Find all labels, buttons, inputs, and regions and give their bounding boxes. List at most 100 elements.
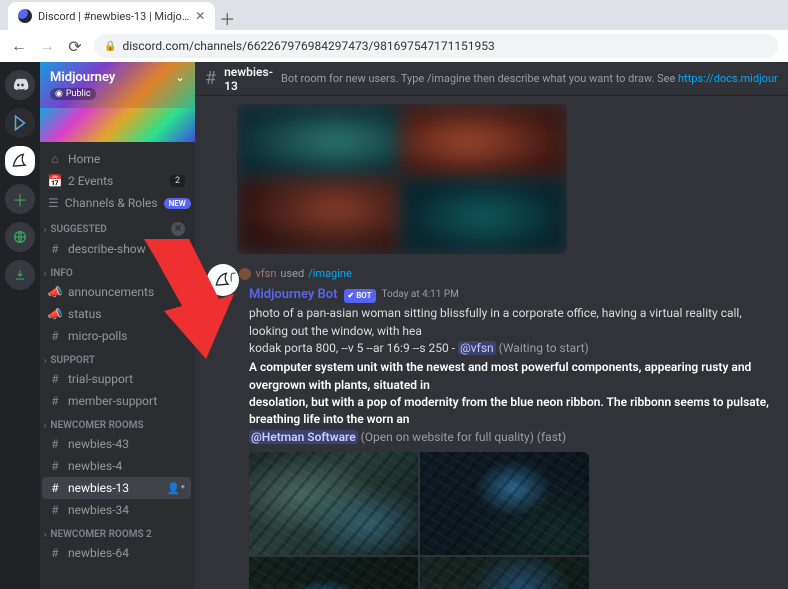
explore-servers-button[interactable] xyxy=(5,222,35,252)
channel-header: # newbies-13 Bot room for new users. Typ… xyxy=(195,62,788,96)
server-header[interactable]: Midjourney ◉ Public ⌄ xyxy=(40,62,195,108)
hash-icon: # xyxy=(48,242,62,256)
reload-button[interactable]: ⟳ xyxy=(66,37,84,55)
guild-sidebar: ＋ xyxy=(0,62,40,589)
channel-item[interactable]: 📣announcements xyxy=(42,281,191,303)
previous-image-attachment[interactable] xyxy=(237,104,567,254)
download-apps-button[interactable] xyxy=(5,260,35,290)
channel-item[interactable]: # newbies-34 xyxy=(42,499,191,521)
discord-home-button[interactable] xyxy=(5,70,35,100)
hash-icon: # xyxy=(205,68,216,89)
chevron-right-icon: › xyxy=(44,530,46,539)
channel-label: newbies-43 xyxy=(68,437,129,451)
channel-item[interactable]: # describe-show xyxy=(42,238,191,260)
lock-icon: 🔒 xyxy=(104,41,116,52)
new-tab-button[interactable]: ＋ xyxy=(215,6,239,30)
channel-item[interactable]: #member-support xyxy=(42,390,191,412)
message-text-1: photo of a pan-asian woman sitting bliss… xyxy=(249,305,776,357)
back-button[interactable]: ← xyxy=(10,37,28,55)
channel-item[interactable]: ⌂Home xyxy=(42,148,191,170)
create-invite-icon[interactable]: 👤⁺ xyxy=(167,482,185,495)
category-label: SUGGESTED xyxy=(50,224,106,235)
channel-item[interactable]: # newbies-43 xyxy=(42,433,191,455)
public-label: Public xyxy=(66,89,91,99)
reply-username: vfsn xyxy=(255,266,276,282)
channel-label: 2 Events xyxy=(68,174,113,188)
tab-title: Discord | #newbies-13 | Midjo… xyxy=(38,10,189,23)
bot-tag: ✔ BOT xyxy=(344,289,376,303)
channel-label: Home xyxy=(68,152,100,166)
channel-label: status xyxy=(68,307,101,321)
url-input[interactable]: 🔒 discord.com/channels/66226797698429747… xyxy=(94,34,778,58)
topic-text-a: Bot room for new users. Type /imagine th… xyxy=(281,72,678,85)
generated-image-grid[interactable] xyxy=(249,452,589,589)
channel-name: newbies-13 xyxy=(224,65,273,93)
hash-icon: # xyxy=(48,503,62,517)
add-server-button[interactable]: ＋ xyxy=(5,184,35,214)
channel-item[interactable]: #newbies-64 xyxy=(42,542,191,564)
calendar-icon: 📅 xyxy=(48,174,62,188)
channel-list[interactable]: ⌂Home📅2 Events2☰Channels & RolesNEW›SUGG… xyxy=(40,142,195,589)
message-text-2: A computer system unit with the newest a… xyxy=(249,359,776,446)
reply-used-text: used xyxy=(280,266,304,282)
browser-tab[interactable]: Discord | #newbies-13 | Midjo… ✕ xyxy=(8,2,215,30)
image-variant-1[interactable] xyxy=(249,452,418,555)
category-label: NEWCOMER ROOMS xyxy=(50,420,143,431)
guild-midjourney[interactable] xyxy=(5,146,35,176)
msg-l1b: kodak porta 800, --v 5 --ar 16:9 --s 250… xyxy=(249,341,458,355)
msg-l1c: (Waiting to start) xyxy=(496,341,589,355)
channel-item[interactable]: ☰Channels & RolesNEW xyxy=(42,192,191,214)
channel-label: describe-show xyxy=(68,242,146,256)
topic-link[interactable]: https://docs.midjourney.com/ xyxy=(678,72,778,85)
hash-icon: # xyxy=(48,459,62,473)
channel-item[interactable]: # newbies-4 xyxy=(42,455,191,477)
server-public-badge: ◉ Public xyxy=(50,88,96,100)
url-text: discord.com/channels/662267976984297473/… xyxy=(122,39,494,53)
hash-icon: # xyxy=(48,394,62,408)
channel-label: micro-polls xyxy=(68,329,127,343)
guild-sail-icon[interactable] xyxy=(5,108,35,138)
hash-icon: # xyxy=(48,437,62,451)
channel-item[interactable]: #newbies-13👤⁺ xyxy=(42,477,191,499)
channel-sidebar: Midjourney ◉ Public ⌄ ⌂Home📅2 Events2☰Ch… xyxy=(40,62,195,589)
channel-label: announcements xyxy=(68,285,154,299)
message-timestamp: Today at 4:11 PM xyxy=(382,288,459,303)
channel-label: newbies-4 xyxy=(68,459,122,473)
tab-close-icon[interactable]: ✕ xyxy=(195,9,205,23)
discord-favicon-icon xyxy=(18,9,32,23)
image-variant-2[interactable] xyxy=(420,452,589,555)
channel-item[interactable]: 📅2 Events2 xyxy=(42,170,191,192)
image-variant-4[interactable] xyxy=(420,557,589,589)
badge-new: NEW xyxy=(164,198,191,209)
category-label: INFO xyxy=(50,268,72,279)
category-header[interactable]: ›NEWCOMER ROOMS 2 xyxy=(42,521,191,542)
channel-item[interactable]: # micro-polls xyxy=(42,325,191,347)
hash-icon: # xyxy=(48,329,62,343)
channel-label: trial-support xyxy=(68,372,133,386)
server-banner-image xyxy=(40,108,195,142)
channel-item[interactable]: 📣 status xyxy=(42,303,191,325)
hash-icon: # xyxy=(48,481,62,495)
chevron-down-icon: ⌄ xyxy=(175,70,185,84)
channel-item[interactable]: #trial-support xyxy=(42,368,191,390)
mention-vfsn[interactable]: @vfsn xyxy=(458,341,496,355)
megaphone-icon: 📣 xyxy=(48,307,62,321)
channel-label: newbies-34 xyxy=(68,503,129,517)
hash-icon: # xyxy=(48,546,62,560)
mention-hetman[interactable]: @Hetman Software xyxy=(249,430,358,444)
channel-label: Channels & Roles xyxy=(65,196,158,210)
msg-l1a: photo of a pan-asian woman sitting bliss… xyxy=(249,306,742,337)
chevron-right-icon: › xyxy=(44,356,46,365)
message-list[interactable]: ╭ vfsn used /imagine Midjourney Bot ✔ BO… xyxy=(195,96,788,589)
message-author[interactable]: Midjourney Bot xyxy=(249,286,338,305)
category-header[interactable]: ›SUPPORT xyxy=(42,347,191,368)
chevron-right-icon: › xyxy=(44,225,46,234)
image-variant-3[interactable] xyxy=(249,557,418,589)
category-header[interactable]: › SUGGESTED ✕ xyxy=(42,214,191,238)
reply-indicator[interactable]: ╭ vfsn used /imagine xyxy=(227,264,776,284)
msg-l2b: desolation, but with a pop of modernity … xyxy=(249,395,769,426)
category-header[interactable]: ›NEWCOMER ROOMS xyxy=(42,412,191,433)
dismiss-icon[interactable]: ✕ xyxy=(171,222,185,236)
category-header[interactable]: ›INFO xyxy=(42,260,191,281)
server-name: Midjourney xyxy=(50,70,115,85)
